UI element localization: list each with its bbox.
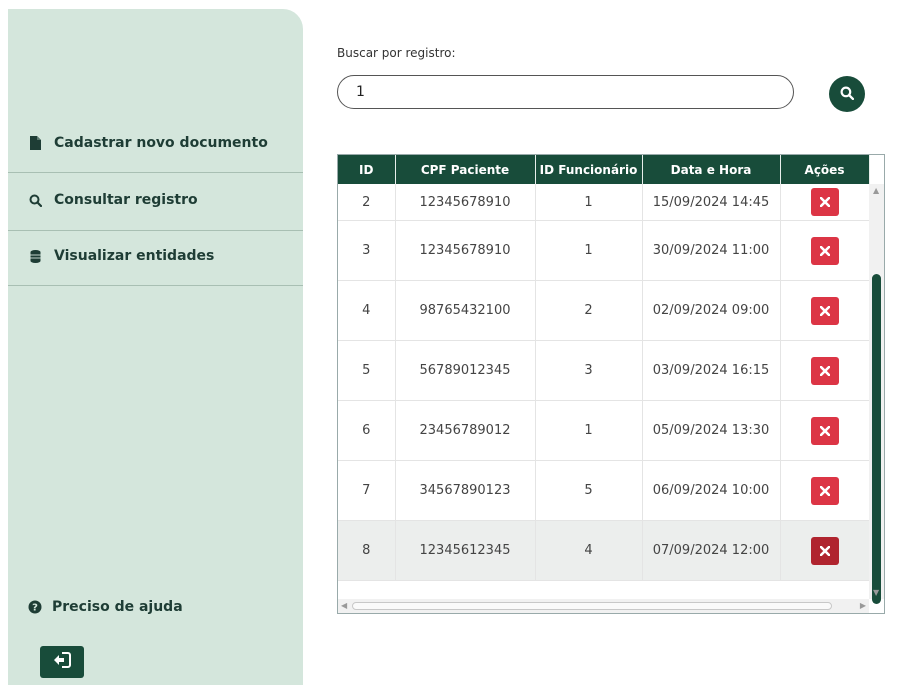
search-icon xyxy=(840,85,855,104)
scroll-up-icon[interactable]: ▲ xyxy=(873,186,879,195)
logout-button[interactable] xyxy=(40,646,84,678)
cell-datetime: 06/09/2024 10:00 xyxy=(642,460,781,521)
delete-button[interactable] xyxy=(810,416,839,445)
sidebar-item-label: Cadastrar novo documento xyxy=(54,135,268,151)
cell-func: 3 xyxy=(535,340,643,401)
question-circle-icon: ? xyxy=(28,600,42,614)
delete-button[interactable] xyxy=(810,536,839,565)
cell-cpf: 98765432100 xyxy=(395,280,536,341)
vertical-scrollbar[interactable]: ▲ ▼ xyxy=(869,184,884,604)
search-icon xyxy=(28,192,42,208)
column-header[interactable]: Data e Hora xyxy=(642,155,781,184)
delete-button[interactable] xyxy=(810,296,839,325)
delete-button[interactable] xyxy=(810,476,839,505)
close-icon xyxy=(819,197,830,207)
horizontal-scrollbar[interactable]: ◀ ▶ xyxy=(338,599,869,613)
column-header[interactable]: ID Funcionário xyxy=(535,155,643,184)
help-label: Preciso de ajuda xyxy=(52,599,183,615)
cell-datetime: 05/09/2024 13:30 xyxy=(642,400,781,461)
close-icon xyxy=(819,425,830,436)
scroll-left-icon[interactable]: ◀ xyxy=(341,601,347,610)
divider xyxy=(8,285,303,286)
delete-button[interactable] xyxy=(810,236,839,265)
column-header[interactable]: ID xyxy=(338,155,396,184)
sidebar-item-label: Consultar registro xyxy=(54,192,198,208)
cell-datetime: 07/09/2024 12:00 xyxy=(642,520,781,581)
cell-id: 8 xyxy=(338,520,396,581)
cell-id: 7 xyxy=(338,460,396,521)
table-row: 4 98765432100 2 02/09/2024 09:00 xyxy=(338,280,870,341)
cell-func: 1 xyxy=(535,184,643,221)
cell-func: 5 xyxy=(535,460,643,521)
records-table: ID CPF Paciente ID Funcionário Data e Ho… xyxy=(337,154,885,614)
cell-datetime: 02/09/2024 09:00 xyxy=(642,280,781,341)
cell-datetime: 15/09/2024 14:45 xyxy=(642,184,781,221)
cell-cpf: 34567890123 xyxy=(395,460,536,521)
cell-id: 6 xyxy=(338,400,396,461)
help-link[interactable]: ? Preciso de ajuda xyxy=(28,599,183,615)
table-header: ID CPF Paciente ID Funcionário Data e Ho… xyxy=(338,155,870,184)
table-row: 2 12345678910 1 15/09/2024 14:45 xyxy=(338,184,870,221)
close-icon xyxy=(819,305,830,316)
cell-func: 4 xyxy=(535,520,643,581)
scroll-down-icon[interactable]: ▼ xyxy=(873,588,879,597)
close-icon xyxy=(819,365,830,376)
cell-func: 1 xyxy=(535,400,643,461)
table-row: 7 34567890123 5 06/09/2024 10:00 xyxy=(338,460,870,521)
close-icon xyxy=(819,545,830,556)
divider xyxy=(8,172,303,173)
scroll-right-icon[interactable]: ▶ xyxy=(860,601,866,610)
cell-datetime: 30/09/2024 11:00 xyxy=(642,220,781,281)
sidebar-item-cadastrar[interactable]: Cadastrar novo documento xyxy=(8,135,303,151)
cell-id: 2 xyxy=(338,184,396,221)
svg-text:?: ? xyxy=(32,603,38,614)
search-label: Buscar por registro: xyxy=(337,46,456,60)
sidebar-item-consultar[interactable]: Consultar registro xyxy=(8,192,303,208)
sign-out-icon xyxy=(53,652,71,672)
divider xyxy=(8,230,303,231)
cell-datetime: 03/09/2024 16:15 xyxy=(642,340,781,401)
cell-id: 5 xyxy=(338,340,396,401)
cell-id: 3 xyxy=(338,220,396,281)
search-button[interactable] xyxy=(829,76,865,112)
close-icon xyxy=(819,245,830,256)
delete-button[interactable] xyxy=(810,188,839,216)
file-icon xyxy=(28,135,42,151)
search-input[interactable] xyxy=(337,75,794,109)
cell-cpf: 56789012345 xyxy=(395,340,536,401)
cell-id: 4 xyxy=(338,280,396,341)
cell-func: 1 xyxy=(535,220,643,281)
cell-func: 2 xyxy=(535,280,643,341)
column-header[interactable]: Ações xyxy=(780,155,870,184)
cell-cpf: 12345612345 xyxy=(395,520,536,581)
cell-cpf: 12345678910 xyxy=(395,184,536,221)
sidebar-item-label: Visualizar entidades xyxy=(54,248,215,264)
column-header[interactable]: CPF Paciente xyxy=(395,155,536,184)
scroll-thumb[interactable] xyxy=(352,602,832,610)
sidebar: Cadastrar novo documento Consultar regis… xyxy=(8,9,303,685)
scroll-thumb[interactable] xyxy=(872,274,881,604)
cell-cpf: 12345678910 xyxy=(395,220,536,281)
database-icon xyxy=(28,248,42,264)
table-row: 8 12345612345 4 07/09/2024 12:00 xyxy=(338,520,870,581)
table-row: 3 12345678910 1 30/09/2024 11:00 xyxy=(338,220,870,281)
close-icon xyxy=(819,485,830,496)
table-row: 5 56789012345 3 03/09/2024 16:15 xyxy=(338,340,870,401)
sidebar-item-visualizar[interactable]: Visualizar entidades xyxy=(8,248,303,264)
table-row: 6 23456789012 1 05/09/2024 13:30 xyxy=(338,400,870,461)
delete-button[interactable] xyxy=(810,356,839,385)
cell-cpf: 23456789012 xyxy=(395,400,536,461)
